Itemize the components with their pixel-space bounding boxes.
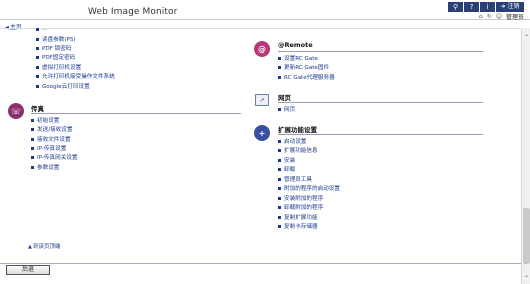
list-item[interactable]: 安装 <box>278 156 295 164</box>
list-item[interactable]: 复制卡存储器 <box>278 222 318 230</box>
section-divider <box>278 134 483 135</box>
section-title-webpage: 网页 <box>278 94 291 102</box>
info-icon[interactable]: i <box>480 2 495 12</box>
list-item[interactable]: 卸载附加的程序 <box>278 203 323 211</box>
list-item[interactable]: 允许打印机接受操作文件系统 <box>36 72 115 80</box>
help-icon[interactable]: ? <box>464 2 479 12</box>
footer-bar <box>0 263 521 284</box>
scroll-up-icon[interactable]: ⌃ <box>523 34 530 41</box>
logout-button[interactable]: ➜ 注销 <box>496 2 524 12</box>
extended-features-icon: + <box>254 125 270 141</box>
section-divider <box>278 51 483 52</box>
bullet-icon <box>36 37 39 41</box>
list-item[interactable]: Google云打印设置 <box>36 82 90 90</box>
scrollbar-thumb[interactable] <box>523 208 530 264</box>
list-item[interactable]: 接收文件设置 <box>31 135 71 143</box>
list-item[interactable]: PDF 锁密码 <box>36 44 71 52</box>
list-item[interactable]: 安装附加的程序 <box>278 194 323 202</box>
list-item[interactable]: 附加的程序的启动设置 <box>278 184 340 192</box>
up-arrow-icon: ▲ <box>28 244 32 250</box>
bullet-icon <box>278 139 281 143</box>
list-item[interactable]: 参数设置 <box>31 163 59 171</box>
home-icon[interactable]: ⌂ <box>479 13 483 20</box>
logout-icon: ➜ <box>500 3 506 10</box>
list-item[interactable]: 发送/接收设置 <box>31 125 72 133</box>
bullet-icon <box>278 196 281 200</box>
vertical-scrollbar[interactable]: ⌃ ⌄ <box>521 28 530 284</box>
list-item[interactable]: IP-传真设置 <box>31 144 66 152</box>
list-item[interactable]: RC Gate代理服务器 <box>278 73 335 81</box>
app-title: Web Image Monitor <box>88 7 178 17</box>
section-title-extended: 扩展功能设置 <box>278 126 317 134</box>
bullet-icon <box>36 27 39 31</box>
bullet-icon <box>36 55 39 59</box>
back-to-top-label: 到该页顶端 <box>32 244 61 250</box>
bullet-icon <box>31 137 34 141</box>
bullet-icon <box>278 224 281 228</box>
list-item[interactable]: 卸载 <box>278 165 295 173</box>
bullet-icon <box>278 65 281 69</box>
section-divider <box>31 113 241 114</box>
remote-icon: @ <box>254 41 270 57</box>
list-item[interactable]: 设置RC Gate <box>278 54 318 62</box>
logout-label: 注销 <box>507 3 520 10</box>
bullet-icon <box>36 46 39 50</box>
bullet-icon <box>278 148 281 152</box>
list-item[interactable]: PDF固定密码 <box>36 53 75 61</box>
list-item[interactable]: 启动设置 <box>278 137 306 145</box>
back-to-top-link[interactable]: ▲到该页顶端 <box>28 242 60 250</box>
list-item[interactable]: 虚拟打印机设置 <box>36 63 81 71</box>
header-bar: Web Image Monitor ⚲ ? i ➜ 注销 ⌂ ↻ ☺ 管理员 <box>0 0 530 21</box>
bullet-icon <box>278 75 281 79</box>
list-item[interactable]: 管理员工具 <box>278 175 312 183</box>
header-subicons: ⌂ ↻ ☺ 管理员 <box>479 12 524 21</box>
bullet-icon <box>31 118 34 122</box>
content-area: ... 读盘参数(PS) PDF 锁密码 PDF固定密码 虚拟打印机设置 允许打… <box>0 26 521 264</box>
webpage-icon: ↗ <box>255 94 269 106</box>
refresh-icon[interactable]: ↻ <box>487 13 492 20</box>
back-button[interactable]: 后退 <box>6 265 50 275</box>
section-title-fax: 传真 <box>31 105 44 113</box>
list-item[interactable]: ... <box>36 26 47 32</box>
list-item[interactable]: 网页 <box>278 105 295 113</box>
list-item[interactable]: 扩展功能信息 <box>278 146 318 154</box>
bullet-icon <box>31 146 34 150</box>
search-icon[interactable]: ⚲ <box>448 2 463 12</box>
bullet-icon <box>36 84 39 88</box>
bullet-icon <box>31 155 34 159</box>
list-item[interactable]: 复制扩展功能 <box>278 213 318 221</box>
bullet-icon <box>278 177 281 181</box>
bullet-icon <box>31 165 34 169</box>
user-icon: ☺ <box>495 13 502 20</box>
fax-icon: ☏ <box>8 103 24 119</box>
list-item[interactable]: 更新RC Gate固件 <box>278 63 329 71</box>
bullet-icon <box>278 167 281 171</box>
section-title-remote: @Remote <box>278 41 313 49</box>
section-divider <box>278 102 483 103</box>
bullet-icon <box>278 158 281 162</box>
bullet-icon <box>278 56 281 60</box>
bullet-icon <box>31 127 34 131</box>
list-item[interactable]: 读盘参数(PS) <box>36 35 76 43</box>
header-icons: ⚲ ? i ➜ 注销 <box>447 2 524 12</box>
scroll-down-icon[interactable]: ⌄ <box>523 272 530 279</box>
bullet-icon <box>278 107 281 111</box>
bullet-icon <box>36 74 39 78</box>
bullet-icon <box>278 186 281 190</box>
list-item[interactable]: 初始设置 <box>31 116 59 124</box>
admin-label: 管理员 <box>505 14 524 21</box>
list-item[interactable]: IP-传真网关设置 <box>31 153 77 161</box>
bullet-icon <box>36 65 39 69</box>
bullet-icon <box>278 205 281 209</box>
bullet-icon <box>278 215 281 219</box>
